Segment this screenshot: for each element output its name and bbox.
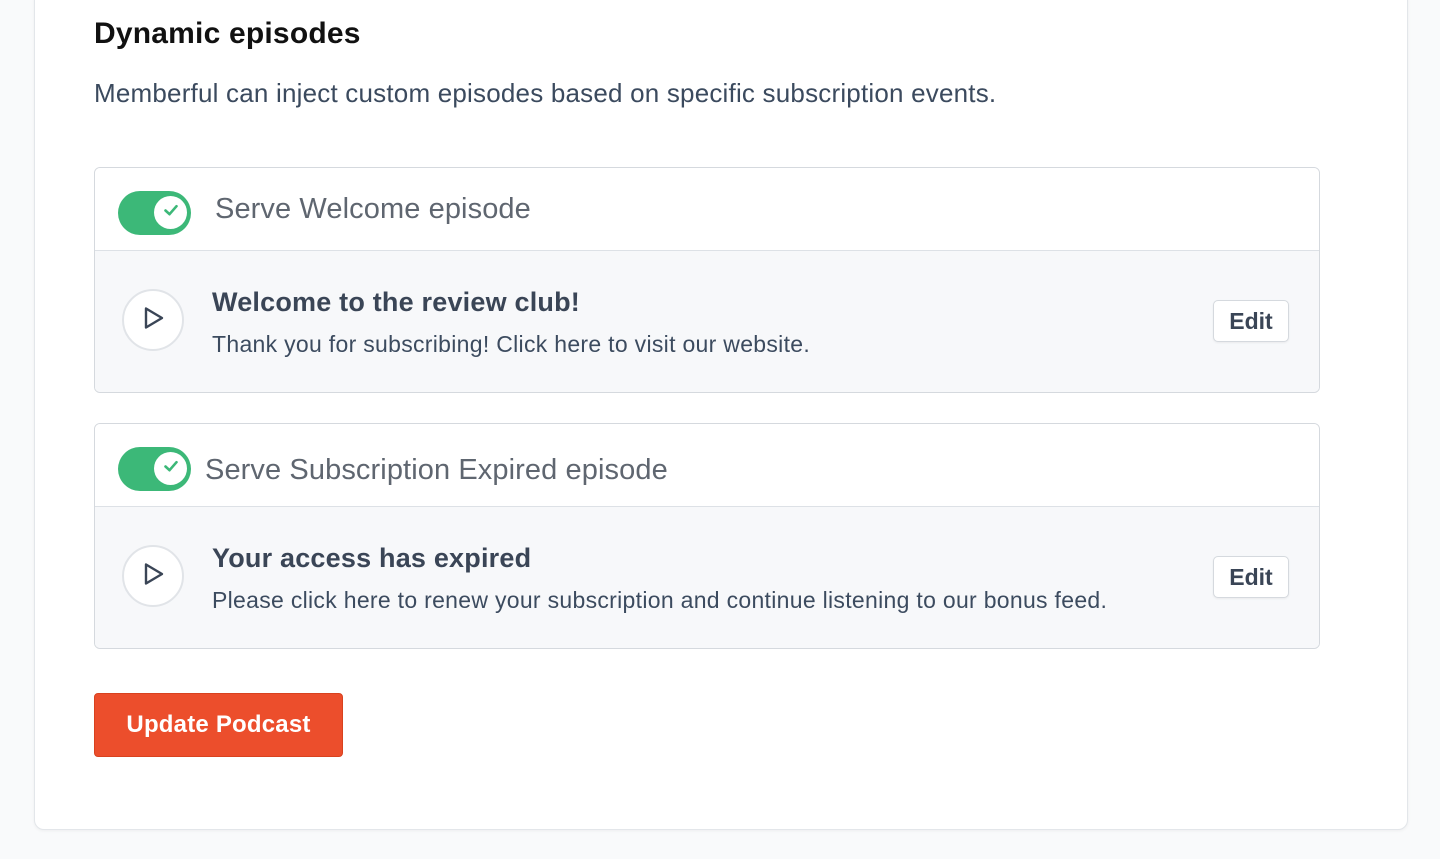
play-icon [140,561,166,592]
check-icon [161,456,181,481]
expired-episode-body: Your access has expired Please click her… [95,507,1319,648]
welcome-episode-title: Welcome to the review club! [212,287,580,317]
section-description: Memberful can inject custom episodes bas… [94,78,997,108]
expired-edit-button[interactable]: Edit [1213,556,1289,598]
expired-episode-title: Your access has expired [212,543,532,573]
section-title: Dynamic episodes [94,17,361,50]
toggle-knob [154,196,187,229]
welcome-play-button[interactable] [122,289,184,351]
welcome-episode-body: Welcome to the review club! Thank you fo… [95,251,1319,392]
expired-episode-header: Serve Subscription Expired episode [95,424,1319,507]
check-icon [161,200,181,225]
welcome-episode-panel: Serve Welcome episode Welcome to the rev… [94,167,1320,393]
expired-play-button[interactable] [122,545,184,607]
expired-episode-panel: Serve Subscription Expired episode Your … [94,423,1320,649]
welcome-episode-header: Serve Welcome episode [95,168,1319,251]
toggle-knob [154,452,187,485]
play-icon [140,305,166,336]
settings-card: Dynamic episodes Memberful can inject cu… [34,0,1408,830]
welcome-episode-toggle-label: Serve Welcome episode [215,193,531,225]
expired-episode-toggle-label: Serve Subscription Expired episode [205,454,668,486]
welcome-edit-button[interactable]: Edit [1213,300,1289,342]
welcome-episode-description: Thank you for subscribing! Click here to… [212,331,811,357]
update-podcast-button[interactable]: Update Podcast [94,693,343,757]
expired-episode-description: Please click here to renew your subscrip… [212,587,1108,613]
welcome-episode-toggle[interactable] [118,191,191,235]
expired-episode-toggle[interactable] [118,447,191,491]
